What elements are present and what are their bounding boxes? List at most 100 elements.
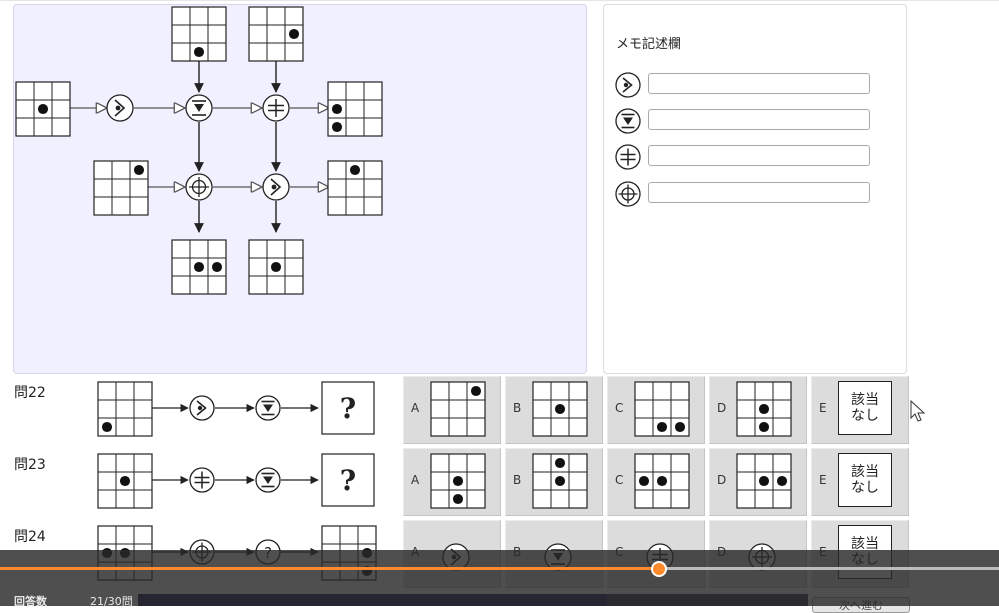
- memo-input-hourglass[interactable]: [648, 109, 870, 130]
- memo-input-arrow[interactable]: [648, 73, 870, 94]
- question-input-grid: [97, 453, 153, 509]
- grid-dot: [452, 475, 464, 487]
- transformation-diagram: [15, 6, 383, 295]
- option-b-button[interactable]: B: [505, 448, 603, 516]
- grid-top-right: [248, 6, 304, 62]
- option-e-button[interactable]: E 該当 なし: [811, 448, 909, 516]
- option-c-button[interactable]: C: [607, 376, 705, 444]
- option-b-button[interactable]: B: [505, 376, 603, 444]
- option-grid: [634, 381, 690, 437]
- option-a-button[interactable]: A: [403, 376, 501, 444]
- arrow-circle-icon: [106, 94, 134, 122]
- question-label: 問23: [14, 457, 46, 473]
- hourglass-circle-icon: [615, 108, 641, 134]
- grid-dot: [331, 103, 343, 115]
- option-c-button[interactable]: C: [607, 448, 705, 516]
- grid-dot: [452, 493, 464, 505]
- mouse-cursor-icon: [910, 400, 926, 422]
- none-applicable-box: 該当 なし: [838, 381, 892, 435]
- crosshair-circle-icon: [185, 173, 213, 201]
- option-grid: [532, 453, 588, 509]
- option-d-button[interactable]: D: [709, 448, 807, 516]
- option-grid: [532, 381, 588, 437]
- memo-row-hourglass: [614, 108, 884, 134]
- grid-left-upper: [15, 81, 71, 137]
- grid-dot: [758, 421, 770, 433]
- none-applicable-text: 該当 なし: [851, 464, 879, 496]
- grid-dot: [331, 121, 343, 133]
- option-letter: B: [513, 401, 522, 415]
- answered-count-overlay: 21/30問: [90, 595, 133, 608]
- arrow-circle-icon: [615, 72, 641, 98]
- grid-bottom-right: [248, 239, 304, 295]
- question-23-sequence: ?: [97, 453, 375, 509]
- grid-dot: [119, 475, 131, 487]
- grid-dot: [101, 421, 113, 433]
- grid-right-lower: [327, 160, 383, 216]
- option-a-button[interactable]: A: [403, 448, 501, 516]
- none-applicable-text: 該当 なし: [851, 392, 879, 424]
- grid-dot: [638, 475, 650, 487]
- option-letter: E: [819, 473, 827, 487]
- divide-circle-icon: [189, 467, 215, 493]
- crosshair-circle-icon: [615, 181, 641, 207]
- grid-dot: [656, 421, 668, 433]
- result-question-mark: ?: [340, 392, 356, 425]
- memo-row-arrow: [614, 72, 884, 98]
- grid-dot: [758, 403, 770, 415]
- question-input-grid: [97, 381, 153, 437]
- option-letter: E: [819, 401, 827, 415]
- result-question-mark: ?: [340, 464, 356, 497]
- grid-dot: [37, 103, 49, 115]
- grid-dot: [674, 421, 686, 433]
- hourglass-circle-icon: [255, 467, 281, 493]
- video-control-overlay: [0, 550, 999, 606]
- option-grid: [430, 453, 486, 509]
- option-letter: B: [513, 473, 522, 487]
- option-letter: D: [717, 401, 727, 415]
- top-border: [0, 0, 999, 1]
- grid-top-left: [171, 6, 227, 62]
- memo-input-crosshair[interactable]: [648, 182, 870, 203]
- grid-dot: [656, 475, 668, 487]
- option-letter: C: [615, 473, 624, 487]
- option-letter: C: [615, 401, 624, 415]
- grid-right-upper: [327, 81, 383, 137]
- memo-row-divide: [614, 144, 884, 170]
- question-22-sequence: ?: [97, 381, 375, 437]
- option-grid: [634, 453, 690, 509]
- question-label: 問22: [14, 385, 46, 401]
- option-letter: D: [717, 473, 727, 487]
- video-progress-fill: [0, 567, 660, 570]
- grid-dot: [270, 261, 282, 273]
- grid-dot: [470, 385, 482, 397]
- grid-dot: [211, 261, 223, 273]
- memo-panel: メモ記述欄: [603, 4, 907, 374]
- option-grid: [430, 381, 486, 437]
- option-letter: A: [411, 401, 420, 415]
- grid-left-lower: [93, 160, 149, 216]
- hourglass-circle-icon: [185, 94, 213, 122]
- diagram-panel: [13, 4, 587, 374]
- none-applicable-box: 該当 なし: [838, 453, 892, 507]
- hourglass-circle-icon: [255, 395, 281, 421]
- question-label: 問24: [14, 529, 46, 545]
- option-grid: [736, 381, 792, 437]
- divide-circle-icon: [615, 144, 641, 170]
- grid-dot: [554, 475, 566, 487]
- grid-dot: [776, 475, 788, 487]
- grid-dot: [349, 164, 361, 176]
- grid-bottom-left: [171, 239, 227, 295]
- grid-dot: [758, 475, 770, 487]
- answered-label-overlay: 回答数: [14, 595, 47, 608]
- option-d-button[interactable]: D: [709, 376, 807, 444]
- grid-dot: [133, 164, 145, 176]
- grid-dot: [193, 46, 205, 58]
- option-e-button[interactable]: E 該当 なし: [811, 376, 909, 444]
- grid-dot: [554, 403, 566, 415]
- arrow-circle-icon: [189, 395, 215, 421]
- memo-row-crosshair: [614, 181, 884, 207]
- memo-input-divide[interactable]: [648, 145, 870, 166]
- divide-circle-icon: [262, 94, 290, 122]
- memo-title: メモ記述欄: [616, 37, 682, 52]
